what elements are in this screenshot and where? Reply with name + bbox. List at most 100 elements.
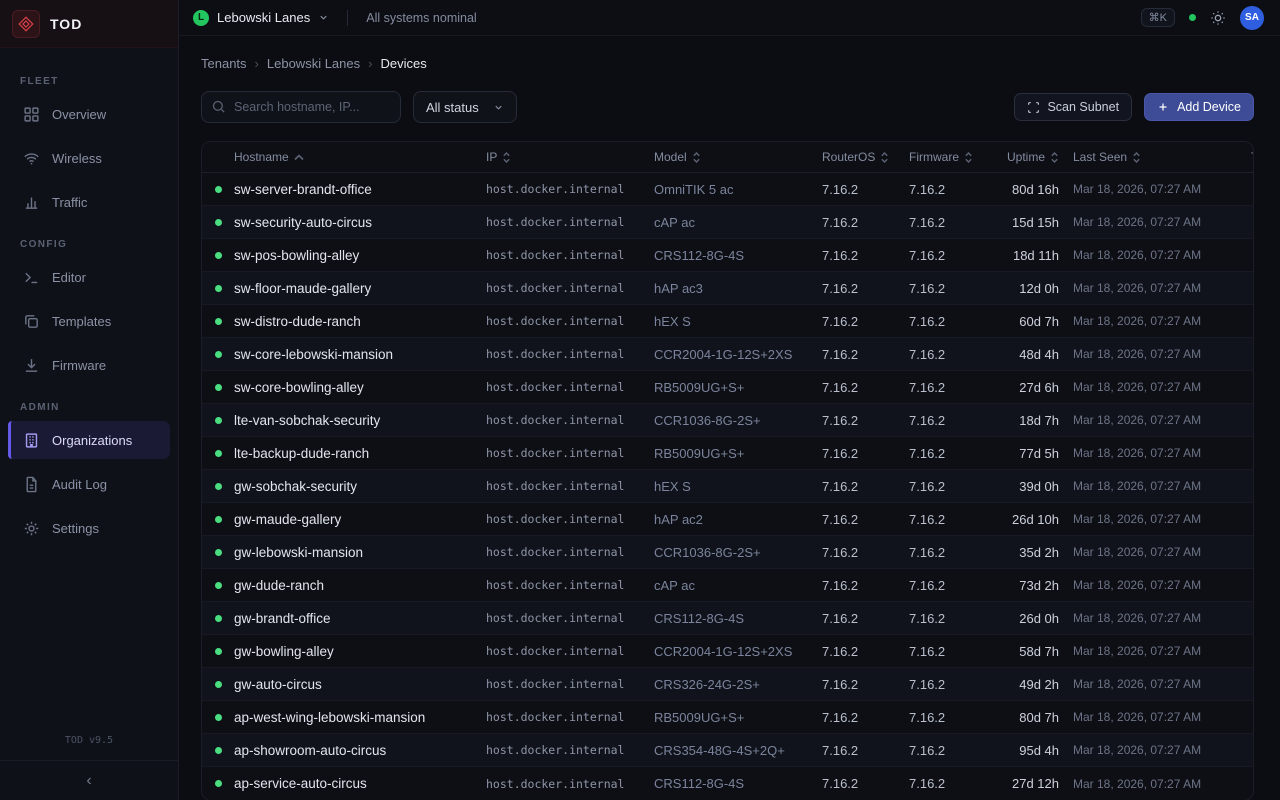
sort-icon: [1050, 151, 1059, 164]
copy-icon: [23, 313, 40, 330]
device-status-dot: [202, 681, 234, 688]
device-model: hAP ac2: [654, 512, 822, 527]
table-row[interactable]: gw-lebowski-mansion host.docker.internal…: [202, 536, 1253, 569]
sidebar-item-wireless[interactable]: Wireless: [8, 139, 170, 177]
device-firmware: 7.16.2: [909, 281, 993, 296]
device-last-seen: Mar 18, 2026, 07:27 AM: [1059, 281, 1251, 295]
device-routeros: 7.16.2: [822, 446, 909, 461]
table-row[interactable]: sw-pos-bowling-alley host.docker.interna…: [202, 239, 1253, 272]
device-model: CRS112-8G-4S: [654, 776, 822, 791]
table-row[interactable]: sw-distro-dude-ranch host.docker.interna…: [202, 305, 1253, 338]
brand-logo-icon: [12, 10, 40, 38]
table-row[interactable]: sw-floor-maude-gallery host.docker.inter…: [202, 272, 1253, 305]
breadcrumb-tenants[interactable]: Tenants: [201, 56, 247, 71]
table-row[interactable]: lte-backup-dude-ranch host.docker.intern…: [202, 437, 1253, 470]
table-row[interactable]: ap-west-wing-lebowski-mansion host.docke…: [202, 701, 1253, 734]
device-status-dot: [202, 450, 234, 457]
column-header-ip[interactable]: IP: [486, 150, 654, 164]
device-model: CCR2004-1G-12S+2XS: [654, 644, 822, 659]
device-model: OmniTIK 5 ac: [654, 182, 822, 197]
table-row[interactable]: gw-maude-gallery host.docker.internal hA…: [202, 503, 1253, 536]
user-avatar[interactable]: SA: [1240, 6, 1264, 30]
device-model: CRS354-48G-4S+2Q+: [654, 743, 822, 758]
device-uptime: 27d 6h: [993, 380, 1059, 395]
device-routeros: 7.16.2: [822, 611, 909, 626]
device-uptime: 15d 15h: [993, 215, 1059, 230]
device-status-dot: [202, 549, 234, 556]
device-routeros: 7.16.2: [822, 578, 909, 593]
app-version: TOD v9.5: [0, 735, 178, 760]
device-uptime: 58d 7h: [993, 644, 1059, 659]
sidebar-item-templates[interactable]: Templates: [8, 302, 170, 340]
device-ip: host.docker.internal: [486, 182, 654, 196]
breadcrumb-tenant-name[interactable]: Lebowski Lanes: [267, 56, 360, 71]
device-routeros: 7.16.2: [822, 380, 909, 395]
table-row[interactable]: lte-van-sobchak-security host.docker.int…: [202, 404, 1253, 437]
device-last-seen: Mar 18, 2026, 07:27 AM: [1059, 677, 1251, 691]
device-last-seen: Mar 18, 2026, 07:27 AM: [1059, 380, 1251, 394]
sidebar-item-audit-log[interactable]: Audit Log: [8, 465, 170, 503]
device-uptime: 77d 5h: [993, 446, 1059, 461]
device-last-seen: Mar 18, 2026, 07:27 AM: [1059, 413, 1251, 427]
sidebar-item-editor[interactable]: Editor: [8, 258, 170, 296]
device-status-dot: [202, 747, 234, 754]
theme-toggle-button[interactable]: [1210, 10, 1226, 26]
device-firmware: 7.16.2: [909, 512, 993, 527]
table-row[interactable]: sw-core-bowling-alley host.docker.intern…: [202, 371, 1253, 404]
device-hostname: gw-bowling-alley: [234, 644, 486, 659]
table-row[interactable]: sw-server-brandt-office host.docker.inte…: [202, 173, 1253, 206]
command-palette-shortcut[interactable]: ⌘K: [1141, 8, 1175, 27]
table-row[interactable]: gw-bowling-alley host.docker.internal CC…: [202, 635, 1253, 668]
status-filter-select[interactable]: All status: [413, 91, 517, 123]
search-box: [201, 91, 401, 123]
scan-subnet-button[interactable]: Scan Subnet: [1014, 93, 1132, 121]
device-last-seen: Mar 18, 2026, 07:27 AM: [1059, 743, 1251, 757]
device-last-seen: Mar 18, 2026, 07:27 AM: [1059, 215, 1251, 229]
sidebar: TOD FLEET Overview Wireless Traffic CONF…: [0, 0, 179, 800]
sidebar-item-firmware[interactable]: Firmware: [8, 346, 170, 384]
table-row[interactable]: gw-brandt-office host.docker.internal CR…: [202, 602, 1253, 635]
device-status-dot: [202, 285, 234, 292]
table-row[interactable]: sw-core-lebowski-mansion host.docker.int…: [202, 338, 1253, 371]
tenant-avatar: L: [193, 10, 209, 26]
device-routeros: 7.16.2: [822, 677, 909, 692]
column-header-firmware[interactable]: Firmware: [909, 150, 993, 164]
device-uptime: 39d 0h: [993, 479, 1059, 494]
table-row[interactable]: gw-sobchak-security host.docker.internal…: [202, 470, 1253, 503]
app-logo[interactable]: TOD: [0, 0, 178, 48]
add-device-button[interactable]: Add Device: [1144, 93, 1254, 121]
sort-icon: [880, 151, 889, 164]
tenant-switcher[interactable]: L Lebowski Lanes: [193, 10, 329, 26]
device-last-seen: Mar 18, 2026, 07:27 AM: [1059, 611, 1251, 625]
table-row[interactable]: gw-dude-ranch host.docker.internal cAP a…: [202, 569, 1253, 602]
sidebar-item-traffic[interactable]: Traffic: [8, 183, 170, 221]
table-row[interactable]: ap-service-auto-circus host.docker.inter…: [202, 767, 1253, 800]
device-last-seen: Mar 18, 2026, 07:27 AM: [1059, 182, 1251, 196]
device-firmware: 7.16.2: [909, 182, 993, 197]
device-hostname: ap-showroom-auto-circus: [234, 743, 486, 758]
table-row[interactable]: gw-auto-circus host.docker.internal CRS3…: [202, 668, 1253, 701]
device-firmware: 7.16.2: [909, 578, 993, 593]
device-status-dot: [202, 615, 234, 622]
search-input[interactable]: [201, 91, 401, 123]
sidebar-collapse-button[interactable]: ‹: [0, 760, 178, 800]
column-header-routeros[interactable]: RouterOS: [822, 150, 909, 164]
column-header-last-seen[interactable]: Last Seen: [1059, 150, 1251, 164]
column-header-model[interactable]: Model: [654, 150, 822, 164]
device-model: hEX S: [654, 479, 822, 494]
table-row[interactable]: sw-security-auto-circus host.docker.inte…: [202, 206, 1253, 239]
table-row[interactable]: ap-showroom-auto-circus host.docker.inte…: [202, 734, 1253, 767]
device-ip: host.docker.internal: [486, 611, 654, 625]
sidebar-item-organizations[interactable]: Organizations: [8, 421, 170, 459]
device-model: CRS326-24G-2S+: [654, 677, 822, 692]
device-hostname: sw-floor-maude-gallery: [234, 281, 486, 296]
device-uptime: 80d 16h: [993, 182, 1059, 197]
device-ip: host.docker.internal: [486, 545, 654, 559]
sidebar-item-label: Audit Log: [52, 477, 107, 492]
sidebar-item-label: Firmware: [52, 358, 106, 373]
sidebar-item-label: Editor: [52, 270, 86, 285]
sidebar-item-overview[interactable]: Overview: [8, 95, 170, 133]
column-header-uptime[interactable]: Uptime: [993, 150, 1059, 164]
sidebar-item-settings[interactable]: Settings: [8, 509, 170, 547]
column-header-hostname[interactable]: Hostname: [234, 150, 486, 164]
